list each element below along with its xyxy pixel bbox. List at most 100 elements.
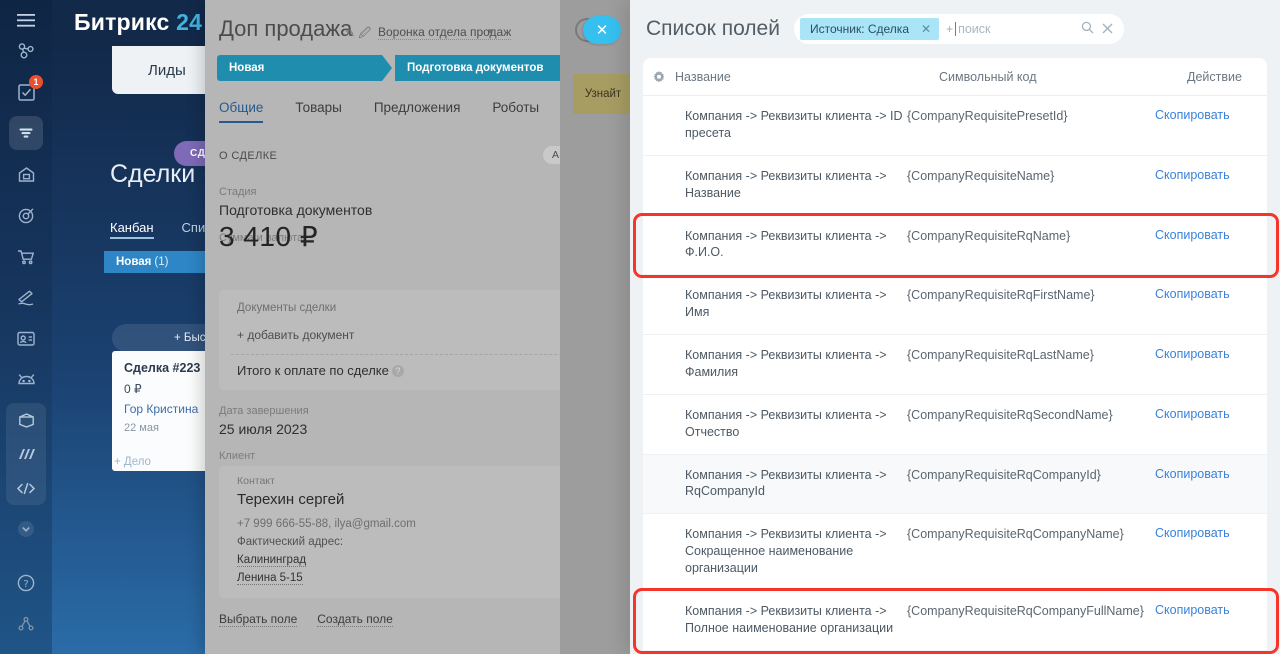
contact-name[interactable]: Терехин сергей [237,491,344,508]
crm-network-icon[interactable] [9,34,43,68]
table-row[interactable]: Компания -> Реквизиты клиента -> Полное … [643,591,1267,651]
field-code-cell: {CompanyRequisiteRqFirstName} [907,288,1095,303]
search-input[interactable]: поиск [958,22,990,36]
kanban-column-title: Новая [116,256,152,268]
field-code-cell: {CompanyRequisiteRqLastName} [907,348,1094,362]
plus-icon[interactable]: + [946,22,953,36]
close-icon[interactable]: ✕ [921,22,931,36]
table-row[interactable]: Компания -> Реквизиты клиента -> Сокраще… [643,514,1267,591]
sites-icon[interactable] [6,437,46,471]
copy-link[interactable]: Скопировать [1155,603,1267,617]
contacts-card-icon[interactable] [9,321,43,355]
left-navigation-rail: 1 ? [0,0,52,654]
hamburger-menu-icon[interactable] [9,14,43,27]
stage-chip-docprep-label: Подготовка документов [407,62,544,74]
copy-link[interactable]: Скопировать [1155,526,1267,540]
help-icon[interactable]: ? [9,566,43,600]
copy-link[interactable]: Скопировать [1155,228,1267,242]
chevron-down-icon[interactable] [9,512,43,546]
tasks-icon[interactable]: 1 [9,75,43,109]
target-icon[interactable] [9,198,43,232]
table-row[interactable]: Компания -> Реквизиты клиента -> Ф.И.О. {… [643,216,1267,276]
settings-gear-icon[interactable] [9,648,43,654]
contact-label: Контакт [237,475,275,487]
text-caret [955,22,957,36]
table-body: Компания -> Реквизиты клиента -> ID прес… [643,96,1267,654]
copy-link[interactable]: Скопировать [1155,168,1267,182]
filter-funnel-icon[interactable] [9,116,43,150]
table-row[interactable]: Компания -> Реквизиты клиента -> RqCompa… [643,454,1267,515]
deal-title-edit-icons[interactable]: ✎ 🖉 [345,24,371,45]
address-city[interactable]: Калининград [237,554,307,567]
field-name-cell: Компания -> Реквизиты клиента -> RqCompa… [685,467,887,499]
client-contact-card: Контакт Терехин сергей +7 999 666-55-88,… [219,466,609,598]
clear-search-icon[interactable] [1102,22,1113,37]
amount-field-value[interactable]: 3 410 ₽ [219,220,318,253]
field-name-cell: Компания -> Реквизиты клиента -> Сокраще… [685,527,887,575]
tab-general[interactable]: Общие [219,100,263,123]
table-row[interactable]: Компания -> Реквизиты клиента -> Дата го… [643,651,1267,654]
stage-field-label: Стадия [219,186,257,198]
field-code-cell: {CompanyRequisitePresetId} [907,109,1068,123]
know-more-badge[interactable]: Узнайт [573,74,633,114]
table-row[interactable]: Компания -> Реквизиты клиента -> Фамилия… [643,335,1267,395]
box-icon[interactable] [6,403,46,437]
brand-number: 24 [176,9,203,35]
contact-info: +7 999 666-55-88, ilya@gmail.com [237,518,416,530]
slider-close-button[interactable]: ✕ [583,16,621,44]
help-icon[interactable]: ? [391,365,404,377]
robot-icon[interactable] [9,362,43,396]
tab-kanban[interactable]: Канбан [110,220,154,239]
tab-leads[interactable]: Лиды [148,62,186,79]
select-field-link[interactable]: Выбрать поле [219,612,298,627]
kanban-column-count: (1) [154,256,169,268]
field-name-cell: Компания -> Реквизиты клиента -> Отчеств… [685,407,887,439]
add-document-link[interactable]: + добавить документ [237,328,354,342]
table-header-row: Название Символьный код Действие [643,58,1267,96]
stage-chip-new[interactable]: Новая [217,55,392,81]
table-row[interactable]: Компания -> Реквизиты клиента -> ID прес… [643,96,1267,156]
screen-root: 1 ? Битрикс 24 Лиды Сделки Канбан Список… [0,0,1280,654]
tab-robots[interactable]: Роботы [492,100,539,123]
stage-chip-new-label: Новая [229,62,265,74]
create-field-link[interactable]: Создать поле [317,612,393,627]
table-row[interactable]: Компания -> Реквизиты клиента -> Отчеств… [643,395,1267,455]
copy-link[interactable]: Скопировать [1155,287,1267,301]
copy-link[interactable]: Скопировать [1155,407,1267,421]
table-row[interactable]: Компания -> Реквизиты клиента -> Имя {Com… [643,275,1267,335]
search-filter-tag[interactable]: Источник: Сделка ✕ [799,18,940,40]
structure-icon[interactable] [9,607,43,641]
deal-card-add-activity[interactable]: + Дело [114,456,151,468]
field-name-cell: Компания -> Реквизиты клиента -> Фамилия [685,348,887,379]
chevron-down-icon[interactable]: ▾ [488,26,493,37]
page-title-text: Сделки [110,160,196,188]
tab-offers[interactable]: Предложения [374,100,461,123]
deal-slider-title: Доп продажа [219,16,353,41]
documents-total-text: Итого к оплате по сделке [237,363,389,378]
copy-link[interactable]: Скопировать [1155,108,1267,122]
code-icon[interactable] [6,471,46,505]
signature-icon[interactable] [9,280,43,314]
column-header-action: Действие [1187,69,1242,84]
stage-field-value[interactable]: Подготовка документов [219,202,372,218]
deal-section-title: О СДЕЛКЕ [219,150,278,162]
company-icon[interactable] [9,157,43,191]
field-name-cell: Компания -> Реквизиты клиента -> Полное … [685,603,894,635]
brand-name: Битрикс [74,9,170,35]
divider [231,354,597,355]
brand-logo: Битрикс 24 [74,9,202,36]
search-icon[interactable] [1081,21,1094,37]
field-action-links: Выбрать поле Создать поле [219,612,393,627]
shop-cart-icon[interactable] [9,239,43,273]
field-code-cell: {CompanyRequisiteRqSecondName} [907,407,1113,422]
address-street[interactable]: Ленина 5-15 [237,572,303,585]
copy-link[interactable]: Скопировать [1155,467,1267,481]
table-row[interactable]: Компания -> Реквизиты клиента -> Названи… [643,156,1267,216]
close-date-value[interactable]: 25 июля 2023 [219,421,307,437]
copy-link[interactable]: Скопировать [1155,347,1267,361]
field-code-cell: {CompanyRequisiteRqCompanyName} [907,527,1124,542]
tab-products[interactable]: Товары [295,100,341,123]
deal-slider-tabs: Общие Товары Предложения Роботы Бизн [219,100,601,123]
search-box[interactable]: Источник: Сделка ✕ + поиск [793,14,1124,44]
gear-icon[interactable] [643,70,675,83]
